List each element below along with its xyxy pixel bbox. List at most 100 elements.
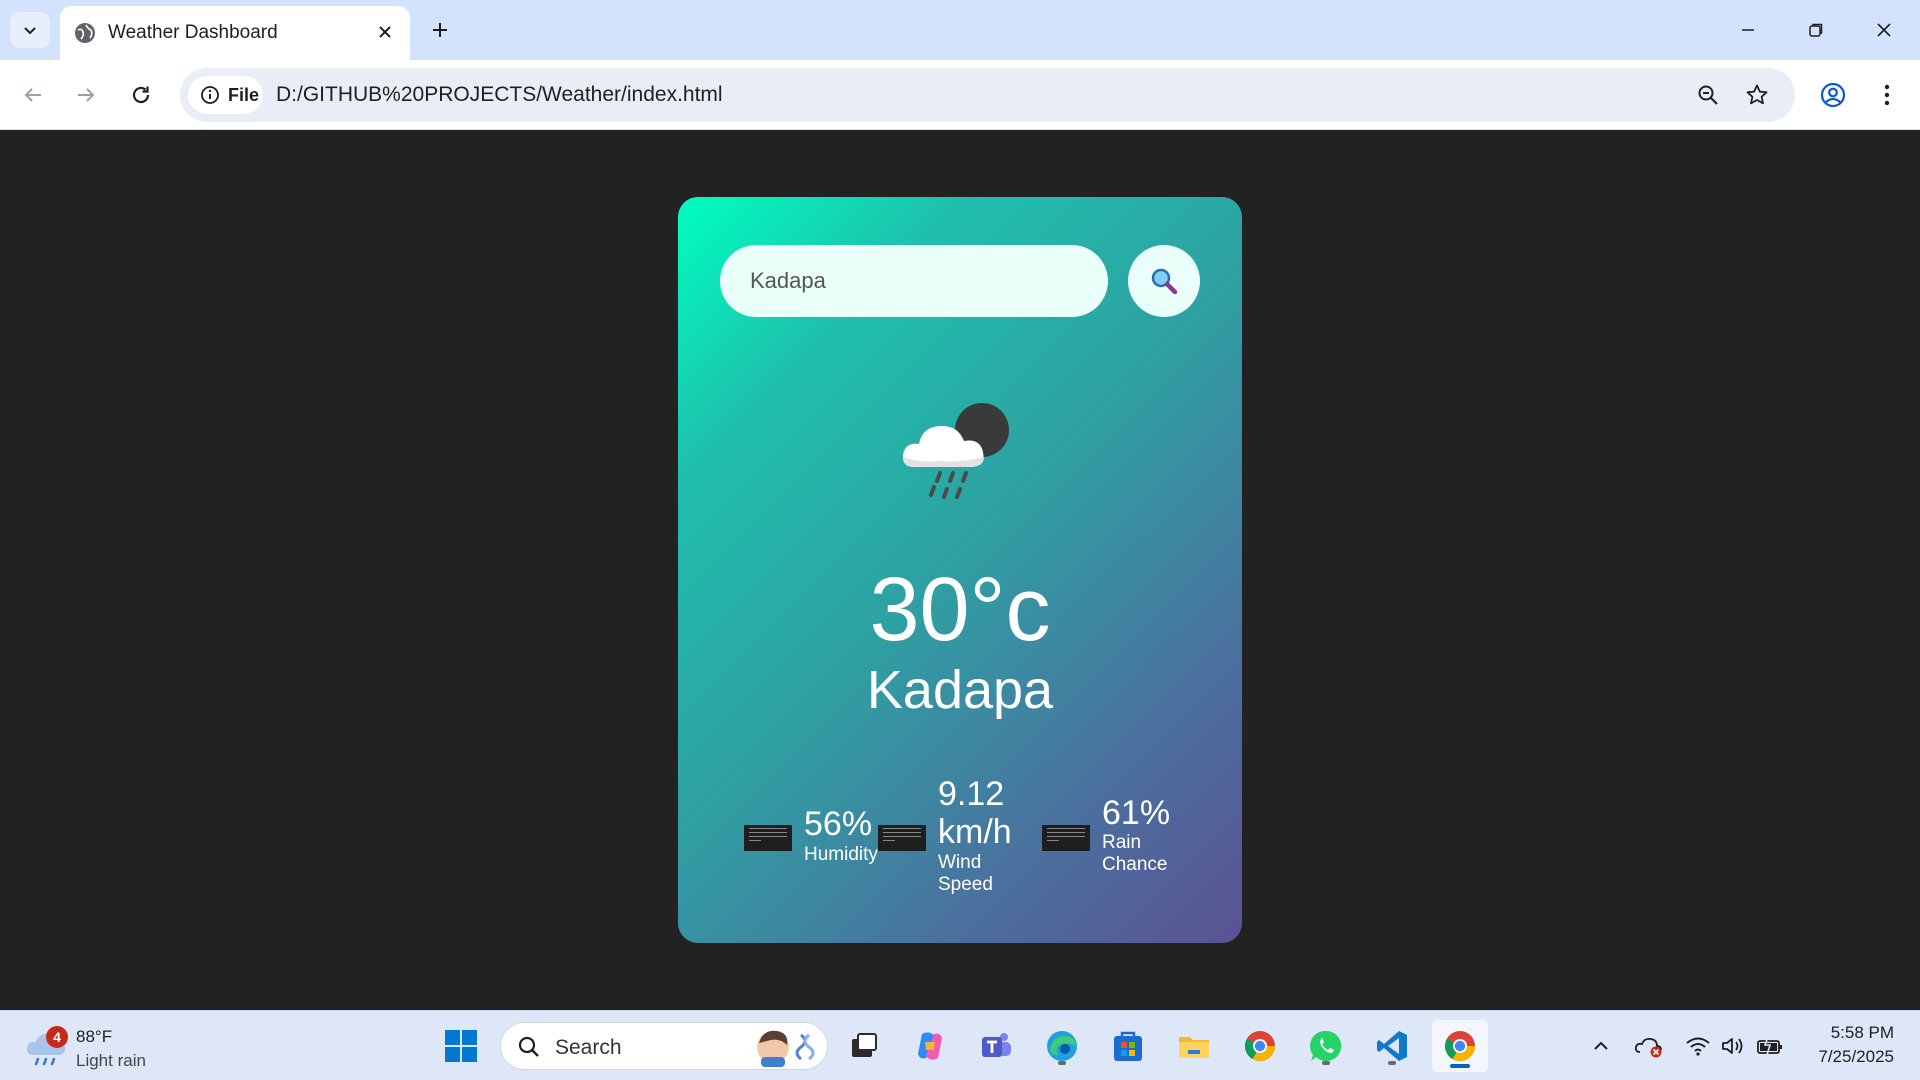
reload-icon [132, 86, 150, 104]
vscode-button[interactable] [1371, 1025, 1413, 1067]
url-text[interactable]: D:/GITHUB%20PROJECTS/Weather/index.html [276, 83, 723, 107]
task-view-button[interactable] [843, 1025, 885, 1067]
wifi-icon [1686, 1037, 1710, 1056]
taskbar-search-box[interactable]: Search [500, 1022, 828, 1070]
taskbar-search-label: Search [555, 1036, 622, 1059]
close-window-button[interactable] [1864, 12, 1904, 48]
restore-button[interactable] [1796, 12, 1836, 48]
arrow-left-icon [24, 88, 41, 102]
teams-icon [982, 1033, 1011, 1057]
cloud-error-icon [1634, 1037, 1662, 1058]
weather-card: 30°c Kadapa 56% Humidity 9.12 km/h Wind … [678, 197, 1242, 943]
teams-button[interactable] [975, 1025, 1017, 1067]
chrome-icon [1444, 1031, 1475, 1062]
show-hidden-icons-button[interactable] [1581, 1025, 1621, 1067]
city-search-input[interactable] [720, 245, 1108, 317]
battery-button[interactable] [1750, 1025, 1790, 1067]
tab-title: Weather Dashboard [108, 22, 278, 43]
close-icon [1877, 23, 1891, 37]
onedrive-button[interactable] [1629, 1025, 1669, 1067]
wifi-button[interactable] [1678, 1025, 1718, 1067]
file-explorer-button[interactable] [1173, 1025, 1215, 1067]
humidity-label: Humidity [804, 844, 878, 865]
running-indicator [1058, 1061, 1066, 1065]
city-name: Kadapa [866, 660, 1054, 720]
store-button[interactable] [1107, 1025, 1149, 1067]
cloud-rain-moon-icon [902, 403, 1009, 499]
whatsapp-button[interactable] [1305, 1025, 1347, 1067]
browser-menu-button[interactable] [1868, 76, 1906, 114]
minimize-icon [1742, 29, 1754, 31]
folder-icon [1179, 1037, 1209, 1058]
bookmark-button[interactable] [1739, 77, 1775, 113]
more-vertical-icon [1884, 84, 1890, 106]
browser-tab[interactable]: Weather Dashboard [60, 6, 410, 60]
wind-value: 9.12 [938, 775, 1005, 813]
taskbar-condition: Light rain [76, 1051, 146, 1070]
copilot-icon [918, 1032, 942, 1060]
volume-button[interactable] [1713, 1025, 1753, 1067]
wind-label: Wind [938, 852, 982, 873]
wind-icon [878, 825, 926, 851]
star-icon [1746, 84, 1768, 105]
page-viewport: 30°c Kadapa 56% Humidity 9.12 km/h Wind … [0, 131, 1920, 1009]
chevron-up-icon [1594, 1041, 1608, 1050]
rain-chance-value: 61% [1102, 794, 1171, 832]
volume-icon [1722, 1038, 1743, 1054]
start-button[interactable] [440, 1025, 482, 1067]
close-icon [379, 26, 391, 38]
humidity-icon [744, 825, 792, 851]
windows-logo-icon [445, 1030, 477, 1062]
notification-badge: 4 [46, 1026, 68, 1048]
rain-chance-label-line2: Chance [1102, 854, 1168, 875]
zoom-button[interactable] [1690, 77, 1726, 113]
taskbar: 4 88°F Light rain Search 5:58 PM 7/25/20… [0, 1010, 1920, 1080]
address-bar[interactable]: File D:/GITHUB%20PROJECTS/Weather/index.… [180, 68, 1795, 122]
chrome-active-button[interactable] [1432, 1020, 1488, 1072]
temperature: 30°c [869, 560, 1051, 660]
battery-charging-icon [1757, 1036, 1782, 1056]
active-indicator [1450, 1064, 1470, 1068]
task-view-icon [852, 1033, 877, 1057]
clock-time: 5:58 PM [1830, 1023, 1894, 1042]
search-icon [518, 1036, 539, 1057]
info-icon [201, 86, 219, 104]
search-button[interactable] [1128, 245, 1200, 317]
humidity-value: 56% [804, 805, 873, 843]
chevron-down-icon [24, 27, 36, 35]
clock-date: 7/25/2025 [1818, 1047, 1894, 1066]
store-icon [1114, 1031, 1142, 1061]
globe-icon [75, 23, 95, 43]
site-chip-label: File [228, 84, 260, 105]
zoom-out-icon [1698, 85, 1718, 105]
back-button[interactable] [14, 76, 52, 114]
plus-icon [433, 23, 447, 37]
search-highlight-icon [757, 1030, 815, 1067]
tab-strip: Weather Dashboard [0, 0, 1920, 60]
profile-icon [1820, 82, 1846, 108]
tab-search-button[interactable] [10, 12, 50, 48]
chrome-button[interactable] [1239, 1025, 1281, 1067]
restore-icon [1809, 23, 1823, 37]
system-clock[interactable]: 5:58 PM 7/25/2025 [1818, 1021, 1894, 1069]
wind-label-line2: Speed [938, 874, 993, 895]
new-tab-button[interactable] [424, 14, 456, 46]
profile-button[interactable] [1814, 76, 1852, 114]
edge-button[interactable] [1041, 1025, 1083, 1067]
copilot-button[interactable] [909, 1025, 951, 1067]
forward-button[interactable] [67, 76, 105, 114]
taskbar-temperature: 88°F [76, 1027, 113, 1046]
whatsapp-icon [1309, 1030, 1342, 1061]
site-info-chip[interactable]: File [188, 76, 263, 114]
vscode-icon [1377, 1031, 1407, 1061]
tab-close-button[interactable] [372, 19, 398, 45]
taskbar-weather-widget[interactable]: 4 88°F Light rain [24, 1023, 184, 1071]
browser-toolbar: File D:/GITHUB%20PROJECTS/Weather/index.… [0, 60, 1920, 130]
reload-button[interactable] [122, 76, 160, 114]
rain-chance-label: Rain [1102, 832, 1142, 853]
minimize-button[interactable] [1728, 12, 1768, 48]
arrow-right-icon [78, 88, 95, 102]
edge-icon [1047, 1031, 1077, 1061]
wind-unit: km/h [938, 813, 1012, 851]
running-indicator [1322, 1061, 1330, 1065]
